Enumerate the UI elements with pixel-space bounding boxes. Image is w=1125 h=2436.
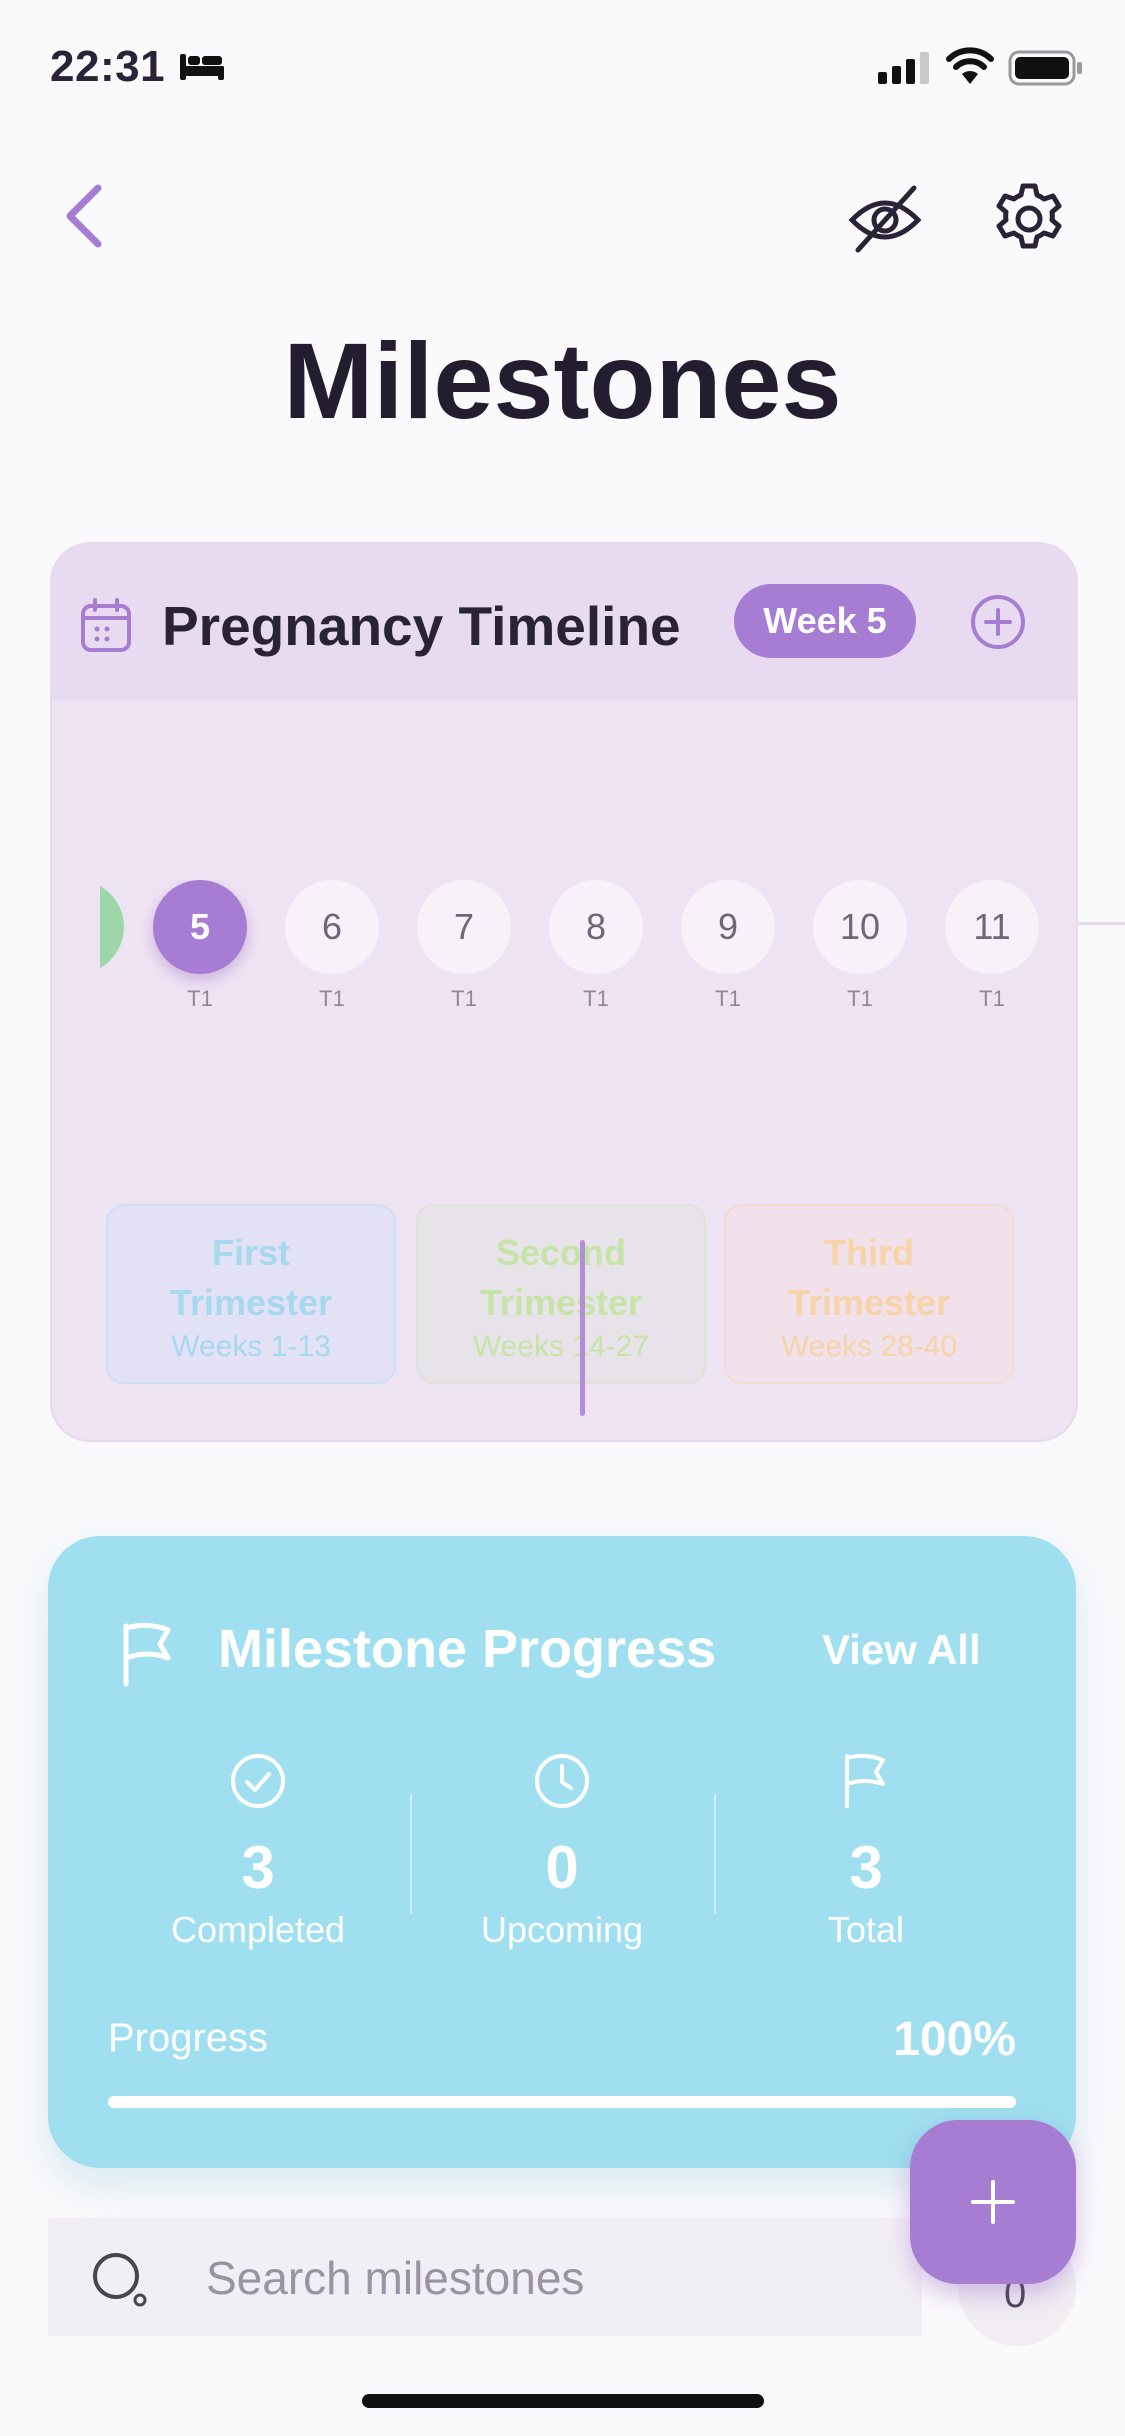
pregnancy-timeline-card: Pregnancy Timeline Week 5 5 T1 6 T1 7 T1… [50,542,1078,1442]
milestone-progress-card: Milestone Progress View All 3 Completed … [48,1536,1076,2168]
progress-bar [108,2096,1016,2108]
clock-icon [535,1754,589,1808]
check-circle-icon [231,1754,285,1808]
stat-value: 3 [241,1834,275,1901]
view-all-link[interactable]: View All [822,1626,981,1674]
week-node[interactable]: 11 T1 [944,880,1040,1012]
battery-icon [1008,50,1082,86]
trimester-name-line2: Trimester [169,1282,333,1323]
timeline-header: Pregnancy Timeline Week 5 [52,544,1076,700]
week-trimester: T1 [187,986,213,1011]
wifi-icon [946,47,994,84]
timeline-marker [580,1240,585,1416]
stat-value: 3 [849,1834,883,1901]
gear-icon [996,183,1062,249]
week-node[interactable]: 7 T1 [416,880,512,1012]
week-circle: 5 [153,880,247,974]
week-circle: 11 [945,880,1039,974]
flag-icon [845,1753,885,1808]
eye-off-icon [848,185,922,253]
stat-total: 3 Total [716,1752,1016,1951]
week-node[interactable]: 9 T1 [680,880,776,1012]
progress-label: Progress [108,2016,269,2060]
week-trimester: T1 [847,986,873,1011]
week-trimester: T1 [979,986,1005,1011]
week-circle: 7 [417,880,511,974]
week-trimester: T1 [583,986,609,1011]
trimester-first[interactable]: First Trimester Weeks 1-13 [106,1204,396,1384]
plus-icon [971,2180,1015,2224]
trimester-weeks: Weeks 14-27 [472,1330,650,1363]
page-title: Milestones [283,320,842,441]
week-node[interactable]: 6 T1 [284,880,380,1012]
week-node[interactable]: 8 T1 [548,880,644,1012]
add-milestone-button[interactable] [910,2120,1076,2284]
current-week-badge: Week 5 [734,584,916,658]
hide-toggle-button[interactable] [846,180,924,258]
home-indicator [362,2394,764,2408]
week-node[interactable]: 10 T1 [812,880,908,1012]
week-circle: 8 [549,880,643,974]
stat-label: Completed [170,1909,346,1950]
search-icon [93,2253,147,2307]
week-circle: 9 [681,880,775,974]
trimester-name-line1: First [211,1232,290,1273]
trimester-name-line2: Trimester [479,1282,643,1323]
progress-bar-fill [108,2096,1016,2108]
progress-percent: 100% [893,2013,1016,2066]
trimester-second[interactable]: Second Trimester Weeks 14-27 [416,1204,706,1384]
stat-completed: 3 Completed [108,1752,408,1951]
stat-value: 0 [545,1834,579,1901]
week-circle: 6 [285,880,379,974]
trimester-name-line1: Third [824,1232,914,1273]
signal-icon [878,52,929,84]
flag-icon [123,1622,171,1687]
stat-label: Upcoming [480,1909,644,1950]
week-strip[interactable]: 5 T1 6 T1 7 T1 8 T1 9 T1 10 T1 11 T1 [100,880,1076,1020]
trimester-weeks: Weeks 1-13 [171,1330,331,1363]
timeline-title: Pregnancy Timeline [162,595,681,657]
progress-title: Milestone Progress [218,1619,717,1679]
back-button[interactable] [56,180,116,252]
trimester-name-line1: Second [495,1232,627,1273]
week-trimester: T1 [715,986,741,1011]
trimester-name-line2: Trimester [787,1282,951,1323]
divider-line [1078,922,1125,925]
week-trimester: T1 [319,986,345,1011]
week-trimester: T1 [451,986,477,1011]
trimester-weeks: Weeks 28-40 [780,1330,958,1363]
add-circle-icon[interactable] [970,594,1026,650]
week-node[interactable]: 5 T1 [152,880,248,1012]
trimester-third[interactable]: Third Trimester Weeks 28-40 [724,1204,1014,1384]
status-time: 22:31 [50,42,166,91]
stat-upcoming: 0 Upcoming [412,1752,712,1951]
stat-label: Total [827,1909,905,1950]
search-input[interactable] [204,2240,888,2316]
settings-button[interactable] [990,180,1068,258]
previous-week-circle[interactable] [100,880,124,974]
bed-icon [180,54,224,80]
search-bar[interactable] [48,2218,922,2336]
calendar-icon [81,598,131,652]
chevron-left-icon [66,184,102,248]
week-circle: 10 [813,880,907,974]
